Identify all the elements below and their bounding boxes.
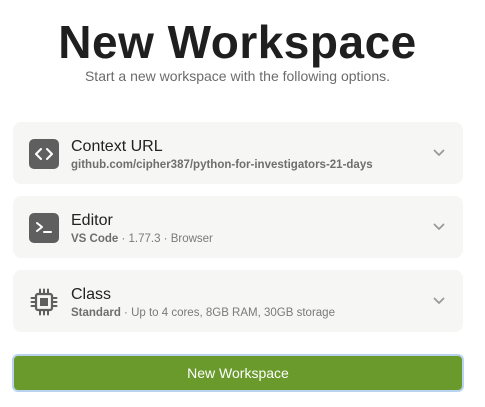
new-workspace-button[interactable]: New Workspace bbox=[12, 354, 464, 392]
editor-value: VS Code bbox=[71, 233, 119, 245]
context-url-label: Context URL bbox=[71, 138, 163, 155]
cpu-chip-icon bbox=[29, 287, 59, 317]
code-brackets-icon bbox=[29, 139, 59, 169]
terminal-icon bbox=[29, 213, 59, 243]
class-label: Class bbox=[71, 286, 112, 303]
context-url-value: github.com/cipher387/python-for-investig… bbox=[71, 159, 373, 171]
new-workspace-page: New Workspace Start a new workspace with… bbox=[0, 0, 485, 407]
chevron-down-icon[interactable] bbox=[433, 148, 445, 158]
class-value-line: Standard · Up to 4 cores, 8GB RAM, 30GB … bbox=[71, 306, 335, 321]
class-value: Standard bbox=[71, 307, 121, 319]
chevron-down-icon[interactable] bbox=[433, 296, 445, 306]
page-title: New Workspace bbox=[58, 16, 417, 68]
page-subtitle: Start a new workspace with the following… bbox=[84, 68, 391, 84]
context-url-value-line: github.com/cipher387/python-for-investig… bbox=[71, 158, 373, 173]
context-url-selector[interactable]: Context URL github.com/cipher387/python-… bbox=[13, 122, 463, 184]
class-selector[interactable]: Class Standard · Up to 4 cores, 8GB RAM,… bbox=[13, 270, 463, 332]
chevron-down-icon[interactable] bbox=[433, 222, 445, 232]
editor-detail: · 1.77.3 · Browser bbox=[118, 233, 213, 245]
class-detail: · Up to 4 cores, 8GB RAM, 30GB storage bbox=[120, 307, 335, 319]
editor-value-line: VS Code · 1.77.3 · Browser bbox=[71, 232, 213, 247]
editor-selector[interactable]: Editor VS Code · 1.77.3 · Browser bbox=[13, 196, 463, 258]
editor-label: Editor bbox=[71, 212, 113, 229]
